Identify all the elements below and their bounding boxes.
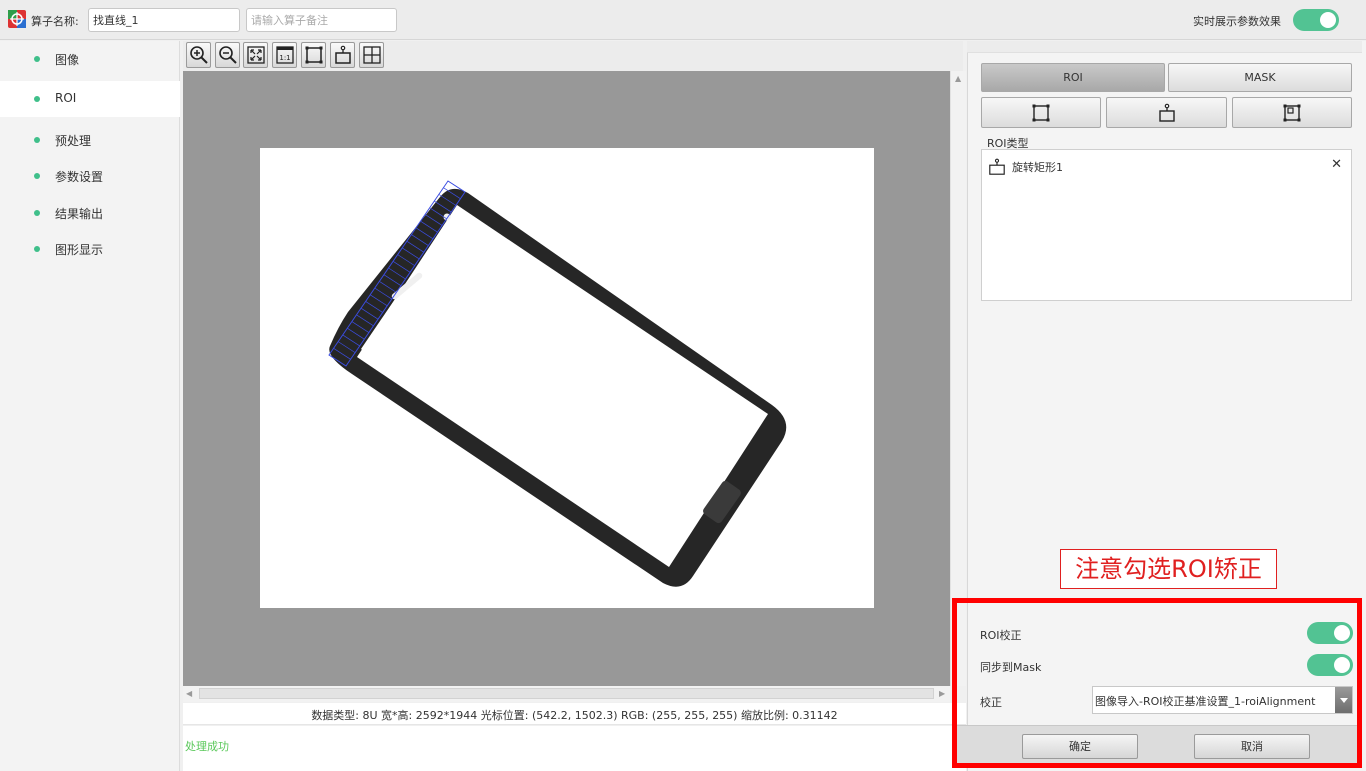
horizontal-scrollbar[interactable]: ◀ ▶ [183, 686, 950, 702]
add-multi-rectangle-roi-button[interactable] [1232, 97, 1352, 128]
zoom-out-icon [219, 46, 237, 64]
image-canvas[interactable] [183, 71, 950, 686]
sidebar-item-output[interactable]: 结果输出 [0, 195, 180, 231]
app-logo-icon [8, 10, 26, 28]
zoom-in-icon [190, 46, 208, 64]
operator-note-input[interactable] [246, 8, 397, 32]
log-area: 处理成功 [183, 726, 966, 771]
image-info-text: 数据类型: 8U 宽*高: 2592*1944 光标位置: (542.2, 15… [311, 709, 838, 722]
fit-window-button[interactable] [243, 42, 268, 68]
sidebar-item-label: 图形显示 [55, 243, 104, 257]
image-toolbar: 1:1 [183, 41, 963, 71]
list-item[interactable]: 旋转矩形1 ✕ [982, 150, 1351, 180]
roi-list: 旋转矩形1 ✕ [981, 149, 1352, 301]
realtime-preview-toggle[interactable] [1293, 9, 1339, 31]
image-status-bar: 数据类型: 8U 宽*高: 2592*1944 光标位置: (542.2, 15… [183, 703, 966, 725]
nav-dot [34, 246, 40, 252]
rotated-rectangle-icon [989, 158, 1005, 175]
rectangle-icon [1032, 104, 1050, 122]
sidebar-item-label: 结果输出 [55, 207, 104, 221]
rotated-rectangle-icon [1158, 103, 1175, 122]
rectangle-icon [305, 46, 323, 64]
sidebar-item-params[interactable]: 参数设置 [0, 158, 180, 194]
svg-text:1:1: 1:1 [279, 54, 290, 62]
roi-item-label: 旋转矩形1 [1012, 161, 1063, 174]
crosshair-icon [363, 46, 381, 64]
sidebar-item-image[interactable]: 图像 [0, 41, 180, 77]
realtime-preview-label: 实时展示参数效果 [1193, 15, 1281, 28]
panel-header-strip [967, 41, 1362, 53]
fit-window-icon [247, 46, 265, 64]
crosshair-button[interactable] [359, 42, 384, 68]
sidebar-item-roi[interactable]: ROI [0, 81, 180, 117]
close-icon[interactable]: ✕ [1331, 157, 1342, 172]
sidebar-item-display[interactable]: 图形显示 [0, 231, 180, 267]
operator-name-input[interactable] [88, 8, 240, 32]
multi-rectangle-icon [1283, 104, 1301, 122]
sidebar-item-label: ROI [55, 91, 77, 105]
nav-dot [34, 56, 40, 62]
actual-size-button[interactable]: 1:1 [272, 42, 297, 68]
add-rotated-rectangle-roi-button[interactable] [1106, 97, 1227, 128]
scroll-left-arrow-icon[interactable]: ◀ [186, 689, 192, 698]
rotated-rectangle-icon [335, 45, 351, 64]
zoom-out-button[interactable] [215, 42, 240, 68]
sidebar-item-preprocess[interactable]: 预处理 [0, 122, 180, 158]
process-status-text: 处理成功 [185, 740, 229, 753]
top-bar: 算子名称: 实时展示参数效果 [0, 0, 1366, 40]
sidebar: 图像 ROI 预处理 参数设置 结果输出 图形显示 [0, 41, 180, 771]
actual-size-icon: 1:1 [276, 46, 294, 64]
scrollbar-thumb[interactable] [199, 688, 934, 699]
nav-dot [34, 137, 40, 143]
highlight-frame [952, 598, 1362, 768]
nav-dot [34, 210, 40, 216]
draw-rectangle-button[interactable] [301, 42, 326, 68]
draw-rotated-rectangle-button[interactable] [330, 42, 355, 68]
sidebar-item-label: 参数设置 [55, 170, 104, 184]
sidebar-item-label: 预处理 [55, 134, 92, 148]
tab-mask[interactable]: MASK [1168, 63, 1352, 92]
operator-name-label: 算子名称: [31, 15, 79, 28]
nav-dot [34, 96, 40, 102]
zoom-in-button[interactable] [186, 42, 211, 68]
scroll-up-arrow-icon[interactable]: ▲ [955, 74, 961, 83]
add-rectangle-roi-button[interactable] [981, 97, 1101, 128]
sidebar-item-label: 图像 [55, 53, 80, 67]
scroll-right-arrow-icon[interactable]: ▶ [939, 689, 945, 698]
tab-roi[interactable]: ROI [981, 63, 1165, 92]
annotation-callout: 注意勾选ROI矫正 [1060, 549, 1277, 589]
vertical-scrollbar[interactable]: ▲ [950, 71, 966, 686]
nav-dot [34, 173, 40, 179]
canvas-drawing [260, 148, 874, 608]
